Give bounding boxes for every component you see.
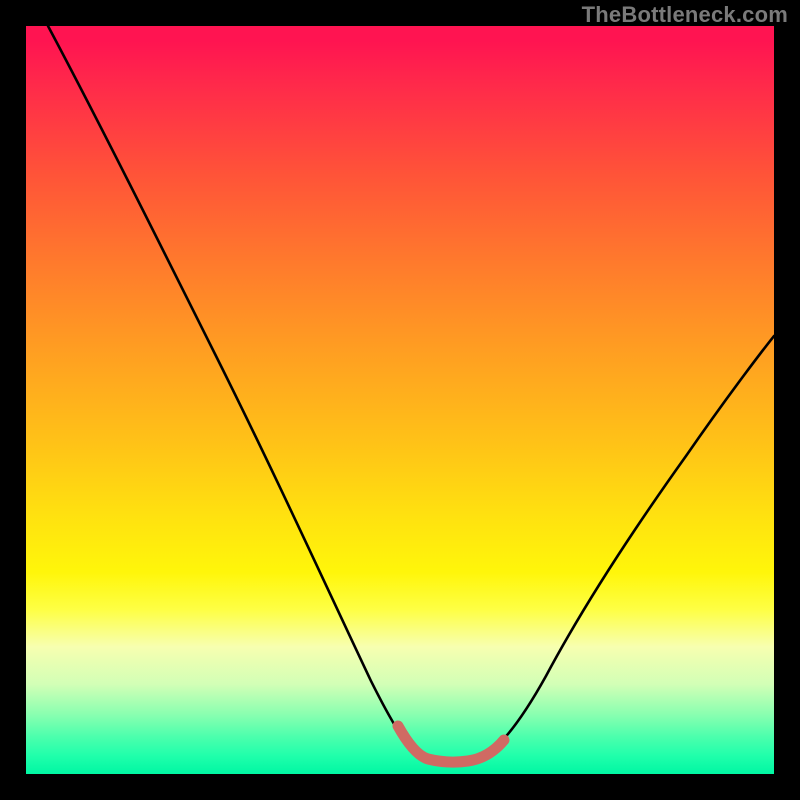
plot-area [26, 26, 774, 774]
chart-frame: TheBottleneck.com [0, 0, 800, 800]
bottleneck-curve-path [48, 26, 774, 762]
curve-layer [26, 26, 774, 774]
highlight-segment-path [398, 726, 504, 762]
watermark-text: TheBottleneck.com [582, 2, 788, 28]
